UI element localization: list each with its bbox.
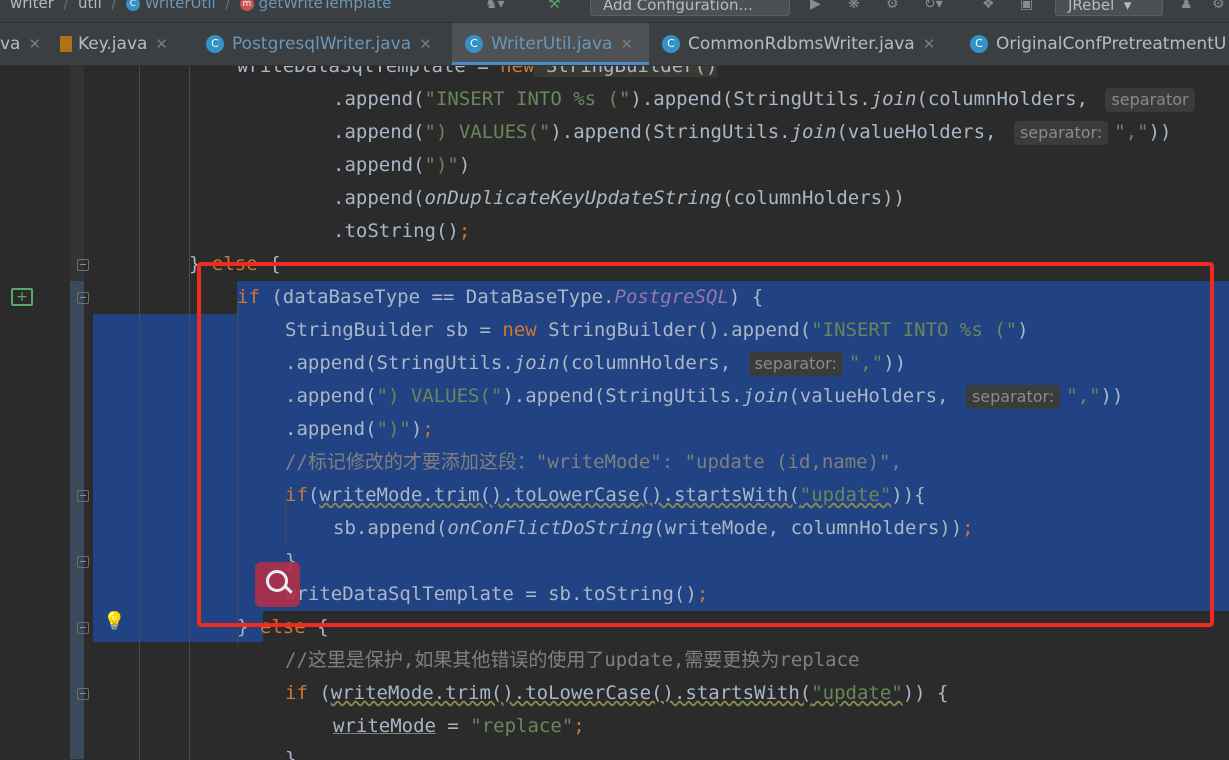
fold-marker[interactable] — [77, 622, 89, 634]
code-line: .toString(); — [333, 220, 471, 242]
parameter-hint: separator — [1105, 88, 1195, 112]
fold-marker[interactable] — [77, 490, 89, 502]
code-line: } — [285, 748, 297, 760]
class-icon: C — [206, 35, 224, 53]
close-icon[interactable]: ✕ — [28, 35, 41, 53]
code-line: if (writeMode.trim().toLowerCase().start… — [285, 682, 949, 704]
tab-label: CommonRdbmsWriter.java — [688, 34, 915, 54]
fold-marker[interactable] — [77, 292, 89, 304]
highlight-annotation-box — [197, 262, 1214, 627]
code-line: //这里是保护,如果其他错误的使用了update,需要更换为replace — [285, 649, 860, 671]
tab-commonrdbmswriter-java[interactable]: C CommonRdbmsWriter.java ✕ — [662, 23, 935, 65]
tab-label: va — [0, 34, 21, 54]
breadcrumb-separator: / — [220, 0, 236, 12]
class-icon: C — [662, 35, 680, 53]
jrebel-dropdown[interactable]: JRebel ▾ — [1055, 0, 1163, 16]
tab-postgresqlwriter-java[interactable]: C PostgresqlWriter.java ✕ — [206, 23, 432, 65]
indent-guide — [139, 66, 140, 760]
code-line: .append("INSERT INTO %s (").append(Strin… — [333, 83, 1201, 116]
bulb-icon[interactable]: 💡 — [103, 612, 125, 632]
tab-key-java[interactable]: Key.java ✕ — [60, 23, 168, 65]
parameter-hint: separator: — [1013, 121, 1109, 145]
breadcrumb-separator: / — [58, 0, 74, 12]
fold-marker[interactable] — [77, 556, 89, 568]
code-editor[interactable]: + 💡 writeDataSqlTemplate = new StringBui… — [0, 66, 1229, 760]
breadcrumb-item-writer[interactable]: writer — [10, 0, 54, 12]
breadcrumb-item-method[interactable]: getWriteTemplate — [259, 0, 392, 12]
tab-label: OriginalConfPretreatmentU — [996, 34, 1227, 54]
run-icon[interactable]: ▶ — [810, 0, 821, 12]
navigation-bar: writer / util / C WriterUtil / m getWrit… — [0, 0, 1229, 23]
fold-marker[interactable] — [77, 688, 89, 700]
settings-icon[interactable]: ⚙ — [1212, 0, 1225, 12]
code-line: .append(")") — [333, 154, 471, 176]
breadcrumb-separator: / — [106, 0, 122, 12]
profile-icon[interactable]: ↻▾ — [924, 0, 943, 12]
indent-guide — [189, 66, 190, 760]
breadcrumb: writer / util / C WriterUtil / m getWrit… — [10, 0, 391, 12]
code-line: .append(") VALUES(").append(StringUtils.… — [333, 121, 1172, 145]
jrebel-label: JRebel — [1068, 0, 1115, 14]
java-file-icon — [60, 36, 72, 52]
fold-marker[interactable] — [77, 259, 89, 271]
editor-tab-bar: va ✕ Key.java ✕ C PostgresqlWriter.java ✕ CW… — [0, 23, 1229, 66]
class-icon: C — [970, 35, 988, 53]
build-hammer-icon[interactable]: ⚒ — [548, 0, 561, 12]
class-icon: C — [125, 0, 140, 11]
user-icon[interactable]: ♞▾ — [485, 0, 505, 12]
code-line: .append(onDuplicateKeyUpdateString(colum… — [333, 187, 905, 209]
tab-originalconfpretreatment[interactable]: C OriginalConfPretreatmentU — [970, 23, 1226, 65]
close-icon[interactable]: ✕ — [620, 35, 633, 53]
coverage-icon[interactable]: ⚙ — [886, 0, 899, 12]
tab-label: Key.java — [78, 34, 148, 54]
code-line: writeMode = "replace"; — [333, 715, 585, 737]
code-line: writeDataSqlTemplate = new StringBuilder… — [237, 66, 718, 83]
debug-icon[interactable]: ❋ — [848, 0, 860, 12]
breadcrumb-item-util[interactable]: util — [78, 0, 102, 12]
chevron-down-icon: ▾ — [1119, 0, 1132, 14]
tab-label: WriterUtil.java — [491, 34, 613, 54]
method-icon: m — [239, 0, 254, 11]
breadcrumb-item-class[interactable]: WriterUtil — [145, 0, 216, 12]
close-icon[interactable]: ✕ — [923, 35, 936, 53]
close-icon[interactable]: ✕ — [155, 35, 168, 53]
add-configuration-button[interactable]: Add Configuration... — [590, 0, 790, 16]
add-comment-icon[interactable]: + — [11, 288, 33, 306]
stop-icon[interactable]: ▣ — [1020, 0, 1033, 12]
attach-icon[interactable]: ❖ — [982, 0, 995, 12]
close-icon[interactable]: ✕ — [419, 35, 432, 53]
tab-label: PostgresqlWriter.java — [232, 34, 412, 54]
tab-partial-va[interactable]: va ✕ — [0, 23, 41, 65]
tab-writerutil-java[interactable]: C WriterUtil.java ✕ — [452, 23, 649, 65]
account-icon[interactable]: ♟ — [1180, 0, 1193, 12]
class-icon: C — [465, 35, 483, 53]
